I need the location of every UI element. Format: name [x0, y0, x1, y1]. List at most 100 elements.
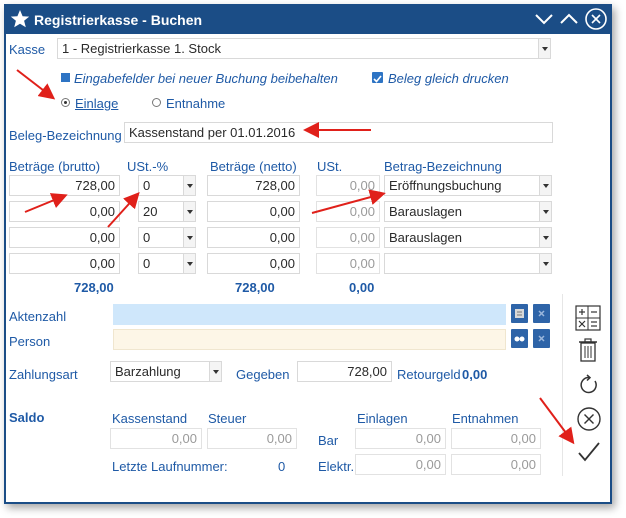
calculator-icon[interactable]: [575, 305, 601, 331]
row1-ust-output: 0,00: [316, 175, 380, 196]
row1-bez-value: Eröffnungsbuchung: [389, 178, 502, 193]
elektr-einlagen-output: 0,00: [355, 454, 446, 475]
retourgeld-value: 0,00: [462, 367, 488, 382]
row2-ust-pct-select[interactable]: 20: [138, 201, 196, 222]
zahlungsart-value: Barzahlung: [115, 364, 181, 379]
row3-brutto-input[interactable]: 0,00: [9, 227, 120, 248]
checkmark-icon[interactable]: [577, 440, 601, 464]
zahlungsart-label: Zahlungsart: [9, 367, 78, 382]
laufnummer-label: Letzte Laufnummer:: [112, 459, 228, 474]
header-netto: Beträge (netto): [210, 159, 297, 174]
header-ust-pct: USt.-%: [127, 159, 169, 174]
star-icon: [10, 10, 30, 28]
steuer-output: 0,00: [207, 428, 297, 449]
row4-ust-pct-select[interactable]: 0: [138, 253, 196, 274]
kasse-value: 1 - Registrierkasse 1. Stock: [62, 41, 221, 56]
header-ust: USt.: [317, 159, 343, 174]
row1-brutto-input[interactable]: 728,00: [9, 175, 120, 196]
chevron-down-icon[interactable]: [183, 254, 195, 273]
clear-icon[interactable]: [533, 329, 550, 348]
beleg-value: Kassenstand per 01.01.2016: [129, 125, 296, 140]
row2-bez-select[interactable]: Barauslagen: [384, 201, 552, 222]
person-label: Person: [9, 334, 51, 349]
row3-ust-output: 0,00: [316, 227, 380, 248]
chevron-down-icon[interactable]: [539, 176, 551, 195]
notes-icon[interactable]: [511, 304, 528, 323]
beleg-input[interactable]: Kassenstand per 01.01.2016: [124, 122, 553, 143]
window-title: Registrierkasse - Buchen: [34, 12, 203, 28]
beleg-label: Beleg-Bezeichnung: [9, 128, 122, 143]
header-bezeichnung: Betrag-Bezeichnung: [384, 159, 502, 174]
keep-fields-label: Eingabefelder bei neuer Buchung beibehal…: [74, 71, 338, 86]
row3-ust-pct-select[interactable]: 0: [138, 227, 196, 248]
checkbox-print-receipt[interactable]: [372, 72, 383, 83]
close-circle-icon[interactable]: [584, 7, 608, 31]
title-bar: Registrierkasse - Buchen: [6, 6, 610, 34]
check-icon: [373, 75, 382, 83]
cancel-circle-icon[interactable]: [576, 406, 602, 432]
print-receipt-label: Beleg gleich drucken: [388, 71, 509, 86]
bar-label: Bar: [318, 433, 339, 448]
aktenzahl-input[interactable]: [113, 304, 506, 325]
row3-bez-value: Barauslagen: [389, 230, 462, 245]
einlage-label[interactable]: Einlage: [75, 96, 118, 111]
row4-netto-input[interactable]: 0,00: [207, 253, 300, 274]
radio-einlage[interactable]: [61, 98, 70, 107]
row3-bez-select[interactable]: Barauslagen: [384, 227, 552, 248]
chevron-down-icon[interactable]: [534, 12, 554, 26]
chevron-down-icon[interactable]: [183, 228, 195, 247]
row1-ust-pct-select[interactable]: 0: [138, 175, 196, 196]
row3-netto-input[interactable]: 0,00: [207, 227, 300, 248]
gegeben-input[interactable]: 728,00: [297, 361, 392, 382]
kassenstand-label: Kassenstand: [112, 411, 188, 426]
row4-brutto-input[interactable]: 0,00: [9, 253, 120, 274]
chevron-up-icon[interactable]: [559, 12, 579, 26]
kassenstand-output: 0,00: [110, 428, 202, 449]
steuer-label: Steuer: [208, 411, 247, 426]
aktenzahl-label: Aktenzahl: [9, 309, 67, 324]
row2-netto-input[interactable]: 0,00: [207, 201, 300, 222]
row3-ust-pct-value: 0: [143, 230, 151, 245]
chevron-down-icon[interactable]: [183, 202, 195, 221]
row2-ust-pct-value: 20: [143, 204, 158, 219]
total-netto: 728,00: [235, 280, 275, 295]
elektr-label: Elektr.: [318, 459, 355, 474]
row2-brutto-input[interactable]: 0,00: [9, 201, 120, 222]
kasse-select[interactable]: 1 - Registrierkasse 1. Stock: [57, 38, 551, 59]
radio-entnahme[interactable]: [152, 98, 161, 107]
row2-bez-value: Barauslagen: [389, 204, 462, 219]
row1-bez-select[interactable]: Eröffnungsbuchung: [384, 175, 552, 196]
binoculars-icon[interactable]: [511, 329, 528, 348]
chevron-down-icon[interactable]: [183, 176, 195, 195]
row2-ust-output: 0,00: [316, 201, 380, 222]
row1-ust-pct-value: 0: [143, 178, 151, 193]
chevron-down-icon[interactable]: [539, 254, 551, 273]
gegeben-label: Gegeben: [236, 367, 290, 382]
zahlungsart-select[interactable]: Barzahlung: [110, 361, 222, 382]
laufnummer-value: 0: [278, 459, 286, 474]
total-ust: 0,00: [349, 280, 375, 295]
elektr-entnahmen-output: 0,00: [451, 454, 541, 475]
bar-einlagen-output: 0,00: [355, 428, 446, 449]
refresh-icon[interactable]: [578, 374, 600, 396]
entnahmen-label: Entnahmen: [452, 411, 519, 426]
entnahme-label[interactable]: Entnahme: [166, 96, 225, 111]
clear-icon[interactable]: [533, 304, 550, 323]
chevron-down-icon[interactable]: [209, 362, 221, 381]
chevron-down-icon[interactable]: [538, 39, 550, 58]
einlagen-label: Einlagen: [357, 411, 408, 426]
row4-ust-output: 0,00: [316, 253, 380, 274]
chevron-down-icon[interactable]: [539, 228, 551, 247]
person-input[interactable]: [113, 329, 506, 350]
row1-netto-input[interactable]: 728,00: [207, 175, 300, 196]
row4-ust-pct-value: 0: [143, 256, 151, 271]
retourgeld-label: Retourgeld: [397, 367, 461, 382]
saldo-label: Saldo: [9, 410, 45, 425]
checkbox-keep-fields[interactable]: [61, 73, 70, 82]
kasse-label: Kasse: [9, 42, 46, 57]
trash-icon[interactable]: [578, 338, 598, 362]
chevron-down-icon[interactable]: [539, 202, 551, 221]
header-brutto: Beträge (brutto): [9, 159, 101, 174]
bar-entnahmen-output: 0,00: [451, 428, 541, 449]
row4-bez-select[interactable]: [384, 253, 552, 274]
